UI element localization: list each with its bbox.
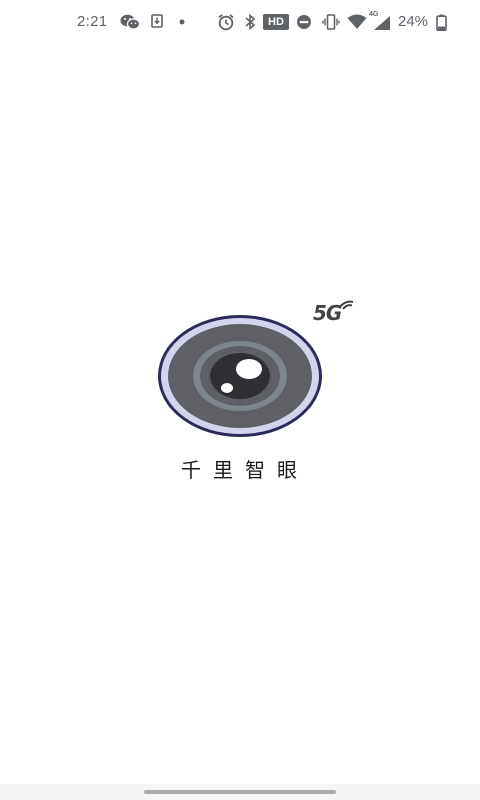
signal-waves-icon [338, 300, 354, 310]
vibrate-icon [322, 14, 340, 30]
app-name: 千里智眼 [181, 458, 309, 482]
5g-badge: 5G [313, 298, 363, 326]
battery-icon [436, 14, 447, 31]
do-not-disturb-icon [297, 15, 311, 29]
status-bar: 2:21 HD 4G 24% [0, 0, 480, 44]
wechat-icon [120, 14, 140, 30]
bluetooth-icon [245, 13, 256, 31]
battery-percent: 24% [398, 13, 429, 30]
app-logo: 5G [155, 296, 365, 446]
download-notification-icon [151, 14, 163, 28]
status-time: 2:21 [77, 13, 108, 30]
alarm-icon [218, 14, 234, 31]
dot-icon [179, 19, 185, 25]
signal-icon: 4G [369, 11, 391, 31]
splash-screen: 2:21 HD 4G 24% 5G 千里智眼 [0, 0, 480, 800]
wifi-icon [347, 14, 367, 29]
gesture-handle[interactable] [144, 790, 336, 794]
hd-icon: HD [263, 14, 289, 30]
